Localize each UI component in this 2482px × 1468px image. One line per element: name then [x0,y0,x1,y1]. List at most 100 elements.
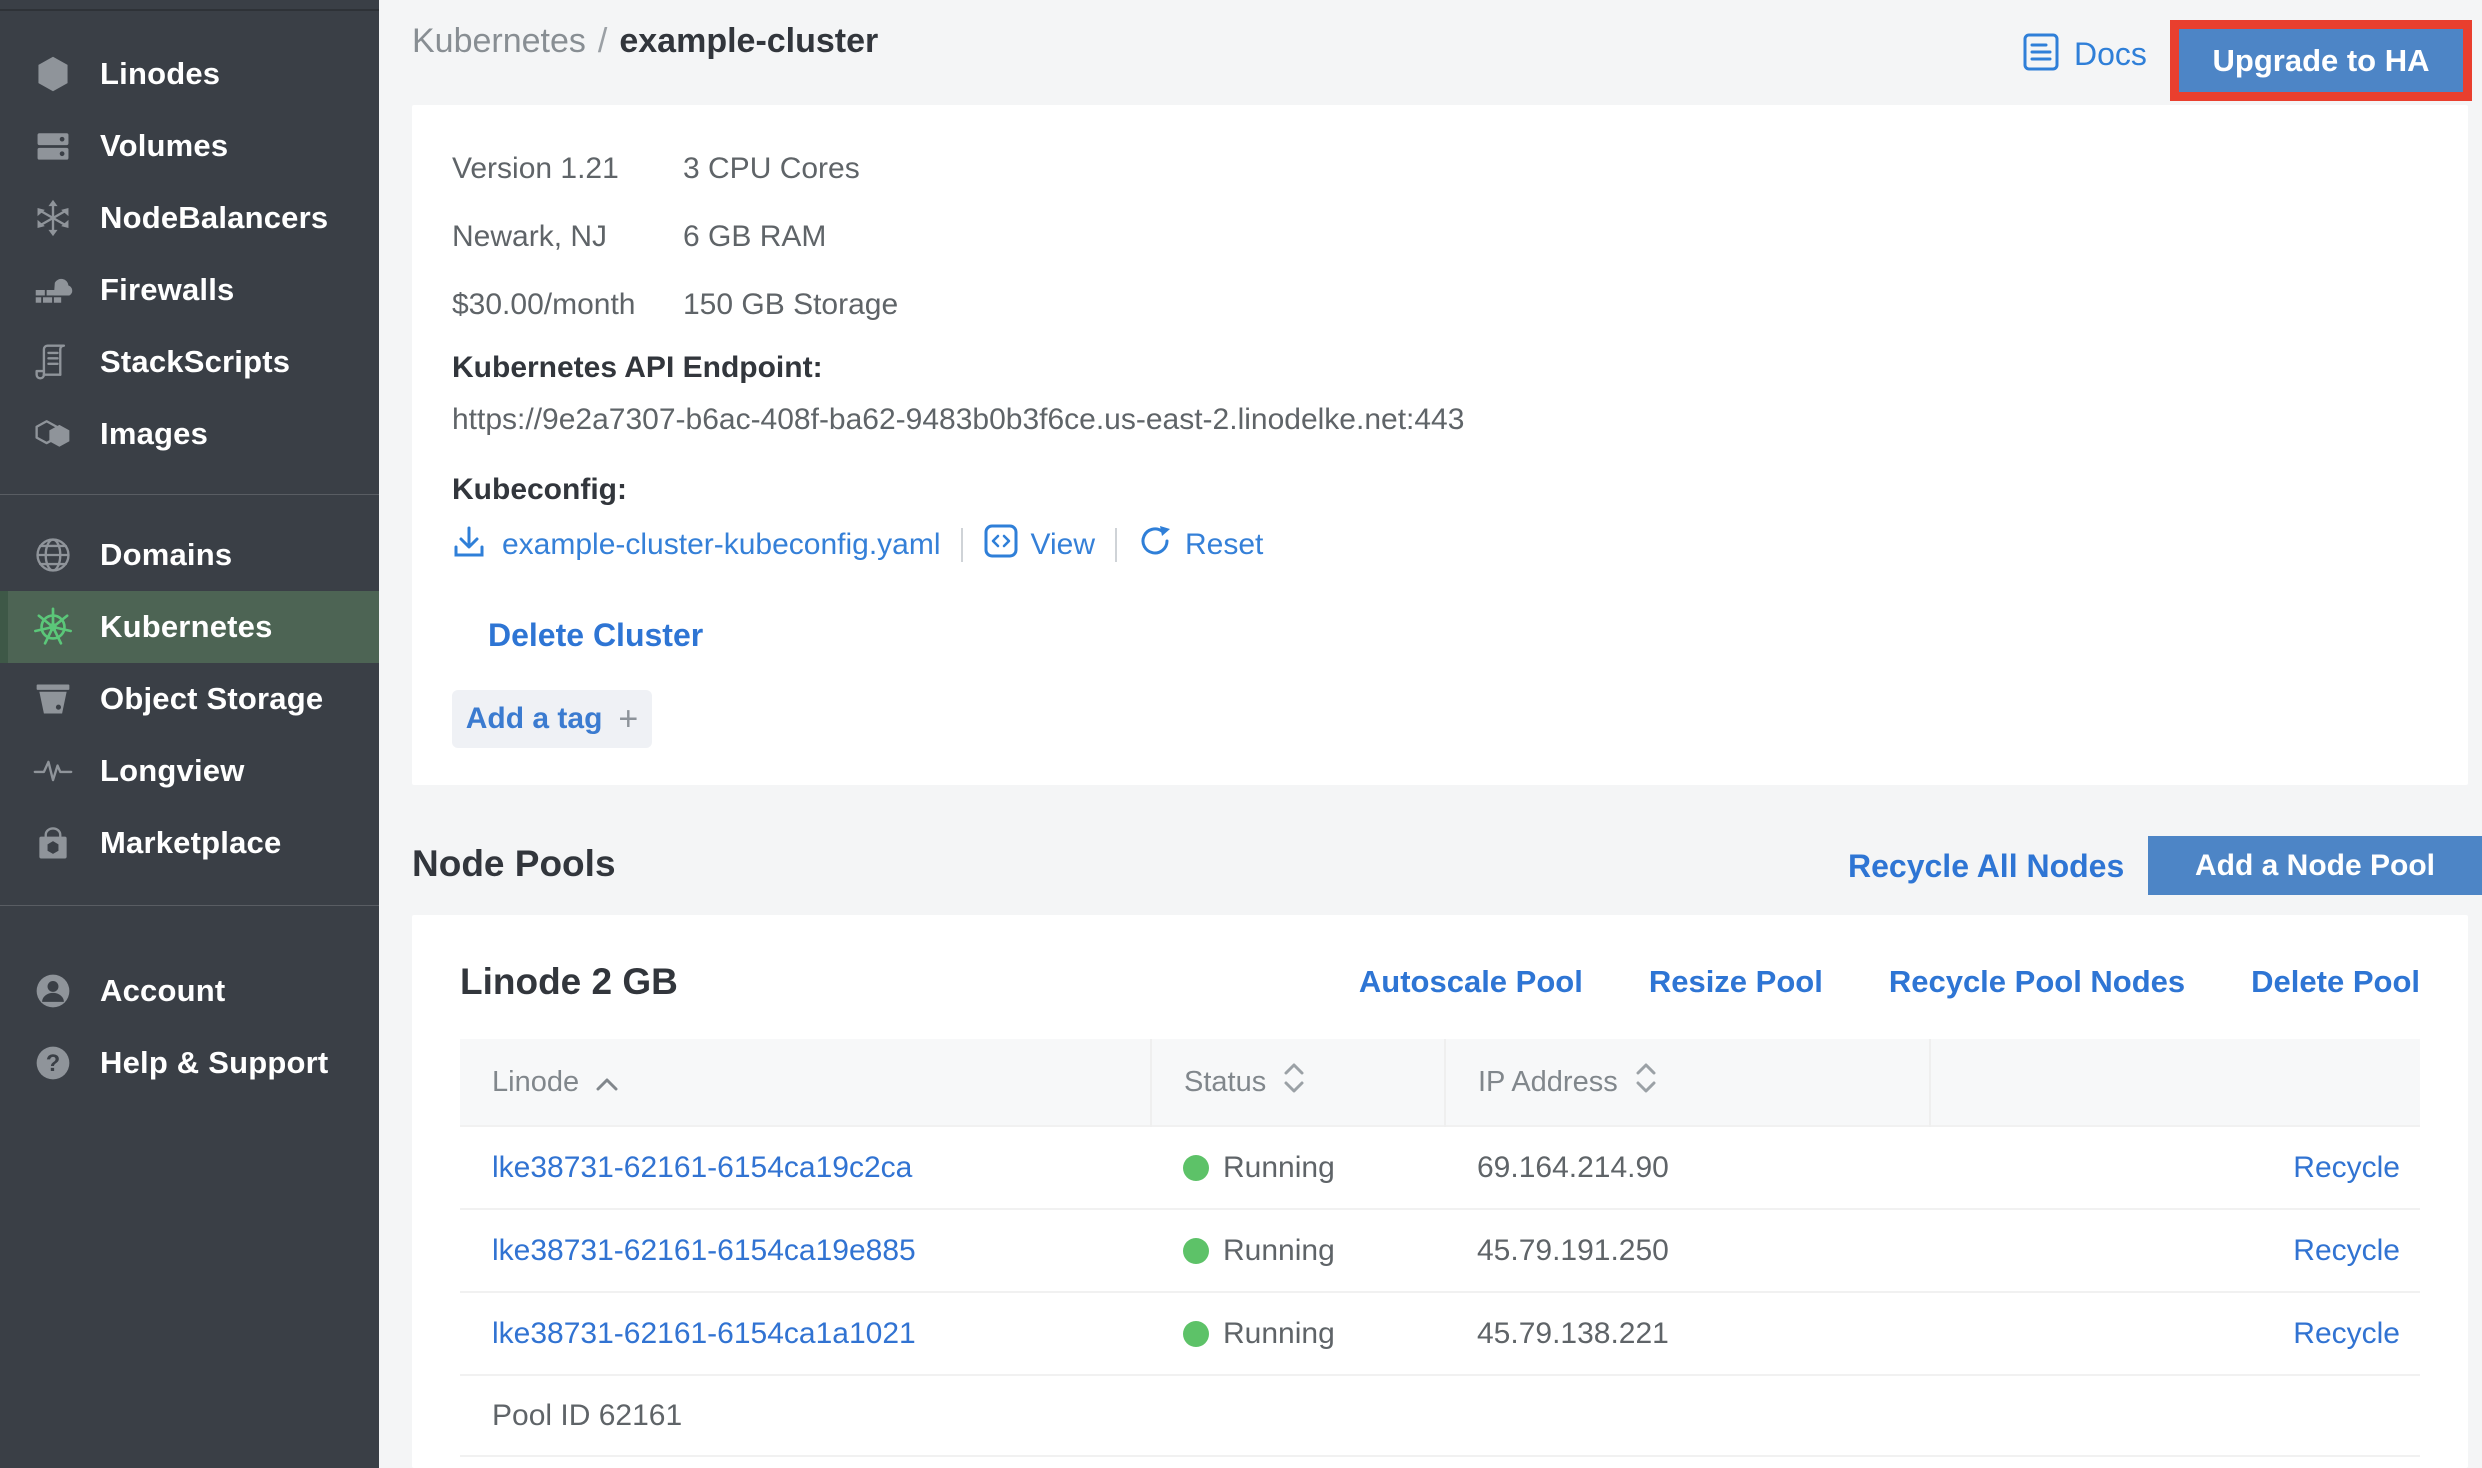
sidebar-item-nodebalancers[interactable]: NodeBalancers [0,182,379,254]
volumes-icon [30,123,76,169]
resize-pool-link[interactable]: Resize Pool [1649,964,1823,1000]
sidebar-group-account: Account ? Help & Support [0,905,379,1099]
status-badge: Running [1223,1317,1335,1351]
table-row: lke38731-62161-6154ca1a1021 Running 45.7… [460,1292,2420,1375]
add-node-pool-button[interactable]: Add a Node Pool [2148,836,2482,895]
status-running-dot [1183,1321,1209,1347]
sidebar-item-stackscripts[interactable]: StackScripts [0,326,379,398]
recycle-node-link[interactable]: Recycle [2293,1151,2400,1184]
pool-id: Pool ID 62161 [460,1375,2420,1456]
recycle-all-nodes-link[interactable]: Recycle All Nodes [1848,848,2124,885]
sidebar-item-label: Kubernetes [100,609,273,645]
autoscale-pool-link[interactable]: Autoscale Pool [1359,964,1583,1000]
linode-cloud-manager: Linodes Volumes [0,0,2482,1468]
kubeconfig-download-link[interactable]: example-cluster-kubeconfig.yaml [502,528,941,562]
table-header-row: Linode Status [460,1039,2420,1126]
sidebar-item-label: StackScripts [100,344,290,380]
sidebar-item-label: Images [100,416,208,452]
docs-link[interactable]: Docs [2022,32,2147,77]
sort-icon [1634,1061,1658,1103]
cluster-region: Newark, NJ [452,220,683,254]
add-tag-label: Add a tag [466,702,603,736]
add-tag-button[interactable]: Add a tag + [452,690,652,748]
sidebar-item-help-support[interactable]: ? Help & Support [0,1027,379,1099]
sidebar-item-account[interactable]: Account [0,955,379,1027]
breadcrumb-separator: / [598,22,607,61]
status-running-dot [1183,1238,1209,1264]
sidebar-item-label: Linodes [100,56,220,92]
pool-actions: Autoscale Pool Resize Pool Recycle Pool … [1359,964,2420,1000]
cluster-storage: 150 GB Storage [683,288,2428,322]
recycle-node-link[interactable]: Recycle [2293,1317,2400,1350]
kubeconfig-reset-link[interactable]: Reset [1137,523,1263,567]
cluster-price: $30.00/month [452,288,683,322]
sidebar: Linodes Volumes [0,0,379,1468]
nodebalancers-icon [30,195,76,241]
view-label: View [1031,528,1095,562]
page-title: example-cluster [619,22,878,61]
node-link[interactable]: lke38731-62161-6154ca19e885 [492,1234,916,1267]
sidebar-item-linodes[interactable]: Linodes [0,38,379,110]
reset-icon [1137,523,1173,567]
sidebar-group-compute: Linodes Volumes [0,38,379,470]
node-ip: 45.79.191.250 [1445,1209,1930,1292]
cluster-cpu: 3 CPU Cores [683,152,2428,186]
kubeconfig-view-link[interactable]: View [983,523,1095,567]
node-pools-title: Node Pools [412,843,616,885]
breadcrumb-kubernetes-link[interactable]: Kubernetes [412,22,586,61]
cluster-summary-card: Version 1.21 3 CPU Cores Newark, NJ 6 GB… [412,105,2468,785]
sidebar-item-label: Object Storage [100,681,323,717]
node-link[interactable]: lke38731-62161-6154ca1a1021 [492,1317,916,1350]
object-storage-icon [30,676,76,722]
upgrade-annotation-highlight: Upgrade to HA [2170,20,2472,101]
table-row: lke38731-62161-6154ca19e885 Running 45.7… [460,1209,2420,1292]
sidebar-item-label: Account [100,973,225,1009]
delete-cluster-button[interactable]: Delete Cluster [488,617,703,654]
node-pool-card: Linode 2 GB Autoscale Pool Resize Pool R… [412,915,2468,1468]
sidebar-item-label: Firewalls [100,272,234,308]
docs-label: Docs [2074,36,2147,73]
download-icon [452,525,486,566]
table-row: lke38731-62161-6154ca19c2ca Running 69.1… [460,1126,2420,1209]
linodes-icon [30,51,76,97]
column-label: Status [1184,1066,1266,1099]
sidebar-item-object-storage[interactable]: Object Storage [0,663,379,735]
sidebar-group-services: Domains Kubernetes [0,494,379,879]
sidebar-item-label: Longview [100,753,245,789]
breadcrumb: Kubernetes / example-cluster [412,22,878,61]
column-header-ip-address[interactable]: IP Address [1445,1039,1930,1126]
kubeconfig-label: Kubeconfig: [452,475,2428,505]
sort-icon [1282,1061,1306,1103]
sidebar-top-strip [0,0,379,11]
column-header-status[interactable]: Status [1151,1039,1445,1126]
node-pool-table: Linode Status [460,1039,2420,1457]
main-content: Kubernetes / example-cluster Docs Upgrad… [379,0,2482,1468]
recycle-pool-nodes-link[interactable]: Recycle Pool Nodes [1889,964,2185,1000]
delete-pool-link[interactable]: Delete Pool [2251,964,2420,1000]
pool-footer-row: Pool ID 62161 [460,1375,2420,1456]
sidebar-item-marketplace[interactable]: Marketplace [0,807,379,879]
sidebar-item-kubernetes[interactable]: Kubernetes [0,591,379,663]
svg-text:?: ? [46,1051,60,1077]
api-endpoint-url: https://9e2a7307-b6ac-408f-ba62-9483b0b3… [452,403,2428,437]
sidebar-item-domains[interactable]: Domains [0,519,379,591]
upgrade-to-ha-button[interactable]: Upgrade to HA [2179,29,2463,92]
images-icon [30,411,76,457]
recycle-node-link[interactable]: Recycle [2293,1234,2400,1267]
view-code-icon [983,523,1019,567]
node-link[interactable]: lke38731-62161-6154ca19c2ca [492,1151,912,1184]
cluster-version: Version 1.21 [452,152,683,186]
sidebar-item-label: NodeBalancers [100,200,328,236]
sidebar-item-longview[interactable]: Longview [0,735,379,807]
column-header-linode[interactable]: Linode [460,1039,1151,1126]
pool-header: Linode 2 GB Autoscale Pool Resize Pool R… [460,961,2420,1003]
sidebar-item-images[interactable]: Images [0,398,379,470]
divider [1115,528,1117,562]
sort-asc-icon [595,1066,619,1099]
column-label: Linode [492,1066,579,1099]
sidebar-item-label: Help & Support [100,1045,328,1081]
sidebar-item-firewalls[interactable]: Firewalls [0,254,379,326]
sidebar-item-volumes[interactable]: Volumes [0,110,379,182]
sidebar-item-label: Volumes [100,128,228,164]
node-ip: 69.164.214.90 [1445,1126,1930,1209]
